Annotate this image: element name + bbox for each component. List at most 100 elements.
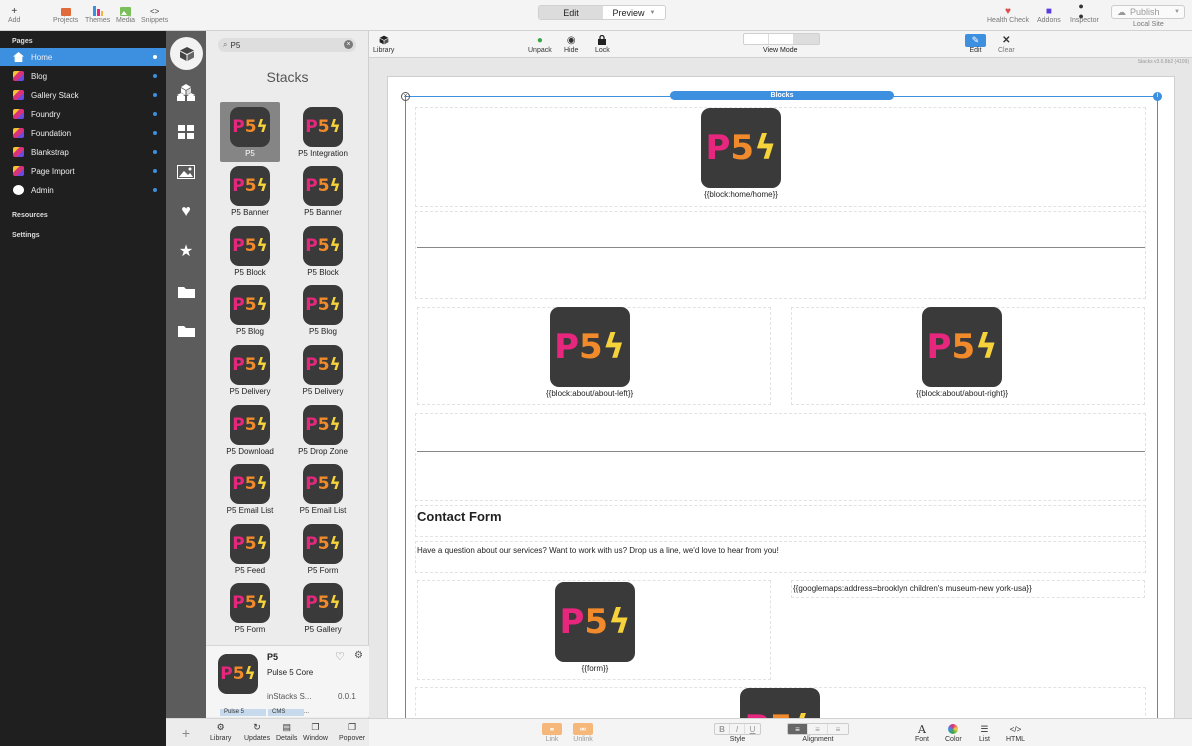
refresh-icon: ↻ — [253, 722, 261, 732]
stacks-category-icon[interactable] — [170, 37, 203, 70]
themes-button[interactable]: Themes — [85, 5, 110, 24]
stack-tile[interactable]: P 5 ϟ P5 Drop Zone — [293, 400, 353, 460]
stack-tile[interactable]: P 5 ϟ P5 Form — [220, 579, 280, 639]
stack-tile[interactable]: P 5 ϟ P5 Gallery — [293, 579, 353, 639]
link-button[interactable]: ⚭ Link — [542, 722, 562, 743]
cloud-icon: ☁ — [1117, 6, 1126, 17]
window-button[interactable]: ❐ Window — [303, 722, 328, 742]
library-button[interactable]: ⚙ Library — [210, 722, 231, 742]
p5-logo: P5ϟ — [230, 285, 270, 326]
settings-header[interactable]: Settings — [0, 232, 166, 239]
clear-button[interactable]: ✕ Clear — [998, 33, 1015, 55]
stack-tile[interactable]: P 5 ϟ P5 Banner — [293, 162, 353, 222]
home-block[interactable]: P5ϟ {{block:home/home}} — [701, 108, 781, 199]
heart-icon[interactable]: ♥ — [175, 201, 197, 223]
star-icon[interactable]: ★ — [175, 240, 197, 262]
align-right-button[interactable]: ≡ — [828, 724, 848, 734]
sidebar-item-gallery-stack[interactable]: Gallery Stack — [0, 86, 166, 104]
stack-tile[interactable]: P 5 ϟ P5 Integration — [293, 102, 353, 162]
edit-button[interactable]: ✎ Edit — [965, 33, 986, 54]
stack-tile[interactable]: P 5 ϟ P5 Form — [293, 519, 353, 579]
delete-stack-icon[interactable]: × — [401, 92, 410, 101]
edit-mode-tab[interactable]: Edit — [539, 6, 603, 19]
sidebar-item-blankstrap[interactable]: Blankstrap — [0, 143, 166, 161]
folder-icon[interactable] — [175, 280, 197, 302]
unpack-button[interactable]: ● Unpack — [528, 33, 552, 55]
info-icon[interactable]: i — [1153, 92, 1162, 101]
home-icon — [13, 52, 24, 62]
add-category-button[interactable]: + — [166, 718, 206, 746]
font-button[interactable]: A Font — [915, 722, 929, 744]
preview-mode-tab[interactable]: Preview ▼ — [603, 6, 665, 19]
align-center-button[interactable]: ≡ — [808, 724, 828, 734]
stack-tile[interactable]: P 5 ϟ P5 — [220, 102, 280, 162]
hide-button[interactable]: ◉ Hide — [564, 33, 578, 55]
view-mode-desktop[interactable] — [744, 34, 769, 44]
lock-button[interactable]: Lock — [595, 33, 610, 54]
snippets-button[interactable]: <> Snippets — [141, 5, 168, 25]
sidebar-item-blog[interactable]: Blog — [0, 67, 166, 85]
updates-button[interactable]: ↻ Updates — [244, 722, 270, 742]
stack-tile[interactable]: P 5 ϟ P5 Blog — [293, 281, 353, 341]
popover-button[interactable]: ❐ Popover — [339, 722, 365, 742]
about-right-block[interactable]: P5ϟ {{block:about/about-right}} — [916, 307, 1008, 398]
view-mode-tablet[interactable] — [769, 34, 794, 44]
sidebar-item-foundation[interactable]: Foundation — [0, 124, 166, 142]
contact-form-heading[interactable]: Contact Form — [417, 509, 502, 524]
stack-tile[interactable]: P 5 ϟ P5 Blog — [220, 281, 280, 341]
favorite-heart-icon[interactable]: ♡ — [335, 650, 345, 663]
inspector-button[interactable]: ● ● Inspector — [1070, 1, 1099, 24]
library-toggle-button[interactable]: Library — [373, 33, 394, 54]
unlink-button[interactable]: ⚮ Unlink — [573, 722, 593, 743]
health-check-button[interactable]: ♥ Health Check — [987, 5, 1029, 25]
stack-tile[interactable]: P 5 ϟ P5 Delivery — [220, 340, 280, 400]
stack-tile[interactable]: P 5 ϟ P5 Banner — [220, 162, 280, 222]
grid-icon[interactable] — [175, 121, 197, 143]
multi-cube-icon[interactable] — [175, 82, 197, 104]
resources-header[interactable]: Resources — [0, 212, 166, 219]
partial-block[interactable]: P5ϟ — [740, 688, 820, 718]
folder-icon[interactable] — [175, 319, 197, 341]
about-left-block[interactable]: P5ϟ {{block:about/about-left}} — [546, 307, 633, 398]
html-button[interactable]: </> HTML — [1006, 722, 1025, 744]
stack-tile[interactable]: P 5 ϟ P5 Download — [220, 400, 280, 460]
contact-form-text[interactable]: Have a question about our services? Want… — [417, 546, 779, 555]
sidebar-item-home[interactable]: Home — [0, 48, 166, 66]
chevron-down-icon: ▼ — [649, 9, 656, 16]
addons-button[interactable]: ■ Addons — [1037, 5, 1061, 25]
form-block-label: {{form}} — [581, 664, 609, 673]
stack-tile[interactable]: P 5 ϟ P5 Email List — [293, 460, 353, 520]
status-dot — [153, 55, 157, 59]
gear-icon[interactable]: ⚙ — [354, 650, 363, 661]
form-block[interactable]: P5ϟ {{form}} — [555, 582, 635, 673]
sidebar-item-foundry[interactable]: Foundry — [0, 105, 166, 123]
add-button[interactable]: + Add — [8, 5, 20, 25]
color-button[interactable]: Color — [945, 722, 962, 743]
projects-button[interactable]: Projects — [53, 5, 78, 24]
publish-button[interactable]: ☁ Publish ▼ — [1111, 5, 1185, 19]
p5-logo: P5ϟ — [218, 654, 258, 694]
align-left-button[interactable]: ≡ — [788, 724, 808, 734]
googlemaps-block[interactable]: {{googlemaps:address=brooklyn children's… — [793, 584, 1032, 593]
p5-logo: P5ϟ — [230, 523, 270, 564]
stack-tile[interactable]: P 5 ϟ P5 Block — [293, 221, 353, 281]
details-button[interactable]: ▤ Details — [276, 722, 297, 742]
sidebar-item-page-import[interactable]: Page Import — [0, 162, 166, 180]
image-icon[interactable] — [175, 161, 197, 183]
stack-tile[interactable]: P 5 ϟ P5 Delivery — [293, 340, 353, 400]
library-search-input[interactable]: ⌕ P5 × — [218, 38, 356, 52]
italic-button[interactable]: I — [730, 724, 745, 734]
list-button[interactable]: ☰ List — [979, 722, 990, 744]
stack-tile[interactable]: P 5 ϟ P5 Block — [220, 221, 280, 281]
stack-page-icon — [13, 71, 24, 81]
blocks-stack-label[interactable]: Blocks — [670, 91, 894, 100]
stack-tile[interactable]: P 5 ϟ P5 Email List — [220, 460, 280, 520]
view-mode-phone[interactable] — [794, 34, 819, 44]
stack-tile[interactable]: P 5 ϟ P5 Feed — [220, 519, 280, 579]
sidebar-item-admin[interactable]: Admin — [0, 181, 166, 199]
underline-button[interactable]: U — [745, 724, 760, 734]
clear-search-icon[interactable]: × — [344, 40, 353, 49]
stack-tile-label: P5 Banner — [231, 208, 269, 218]
bold-button[interactable]: B — [715, 724, 730, 734]
media-button[interactable]: Media — [116, 5, 135, 24]
